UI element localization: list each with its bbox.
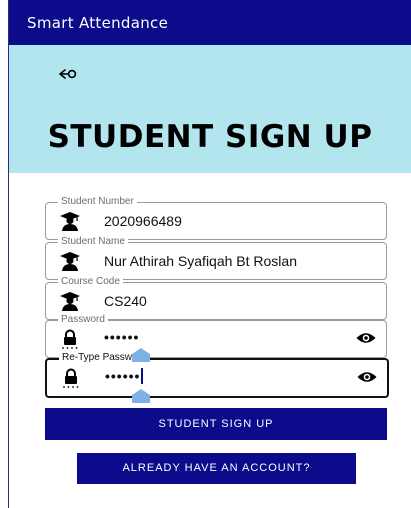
page-title: STUDENT SIGN UP <box>47 119 373 155</box>
graduate-icon <box>60 292 80 311</box>
password-value: •••••• <box>104 329 140 345</box>
back-arrow-icon[interactable] <box>59 67 77 81</box>
app-title: Smart Attendance <box>27 13 169 32</box>
text-caret <box>141 368 144 384</box>
retype-password-field[interactable]: Re-Type Password •••••• <box>45 352 389 398</box>
student-name-value: Nur Athirah Syafiqah Bt Roslan <box>104 253 297 269</box>
student-number-label: Student Number <box>58 196 137 208</box>
course-code-value: CS240 <box>104 293 147 309</box>
eye-icon[interactable] <box>356 331 376 345</box>
password-label: Password <box>58 314 108 326</box>
student-name-label: Student Name <box>58 236 128 248</box>
screen: Smart Attendance STUDENT SIGN UP Student… <box>0 0 411 508</box>
selection-handle-bottom[interactable] <box>132 389 150 403</box>
graduate-icon <box>60 252 80 271</box>
selection-handle-top[interactable] <box>132 348 150 362</box>
graduate-icon <box>60 212 80 231</box>
student-sign-up-button[interactable]: STUDENT SIGN UP <box>45 408 387 440</box>
eye-icon[interactable] <box>357 370 377 384</box>
lock-icon <box>62 329 78 349</box>
course-code-label: Course Code <box>58 276 123 288</box>
hero-banner: STUDENT SIGN UP <box>9 45 411 173</box>
student-number-field[interactable]: Student Number 2020966489 <box>45 196 387 240</box>
student-number-value: 2020966489 <box>104 213 182 229</box>
student-name-field[interactable]: Student Name Nur Athirah Syafiqah Bt Ros… <box>45 236 387 280</box>
already-have-account-button[interactable]: ALREADY HAVE AN ACCOUNT? <box>77 453 356 484</box>
lock-icon <box>63 368 79 388</box>
retype-password-value: •••••• <box>105 368 144 384</box>
app-bar: Smart Attendance <box>9 0 411 45</box>
